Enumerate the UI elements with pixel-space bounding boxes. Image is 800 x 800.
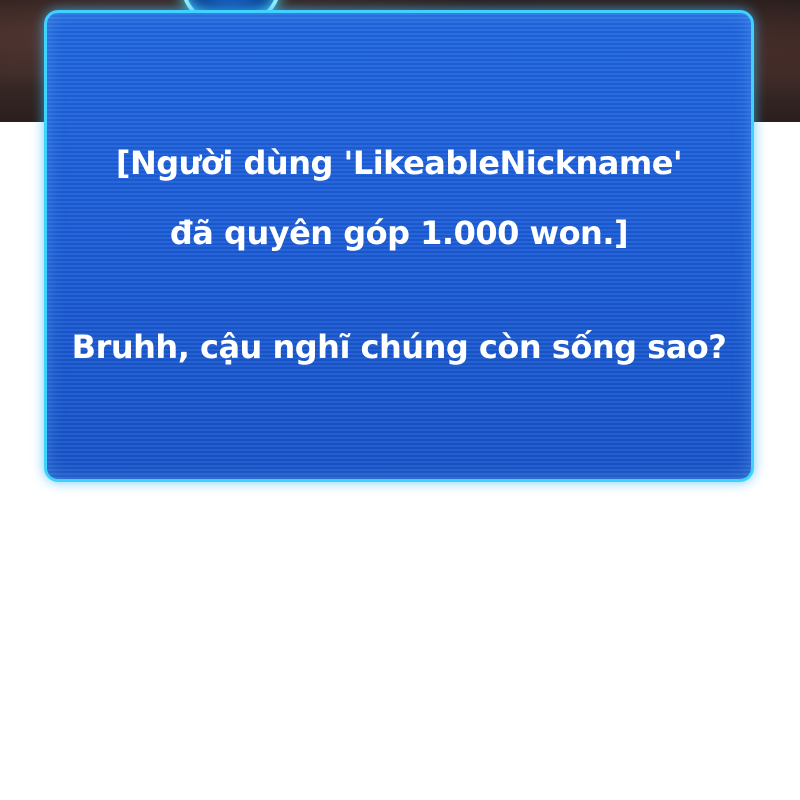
system-message-panel: [Người dùng 'LikeableNickname' đã quyên … [44,10,754,482]
donation-line-2: đã quyên góp 1.000 won.] [169,214,629,252]
chat-message-line: Bruhh, cậu nghĩ chúng còn sống sao? [71,328,727,366]
donation-line-1: [Người dùng 'LikeableNickname' [115,144,683,182]
page: [Người dùng 'LikeableNickname' đã quyên … [0,0,800,800]
